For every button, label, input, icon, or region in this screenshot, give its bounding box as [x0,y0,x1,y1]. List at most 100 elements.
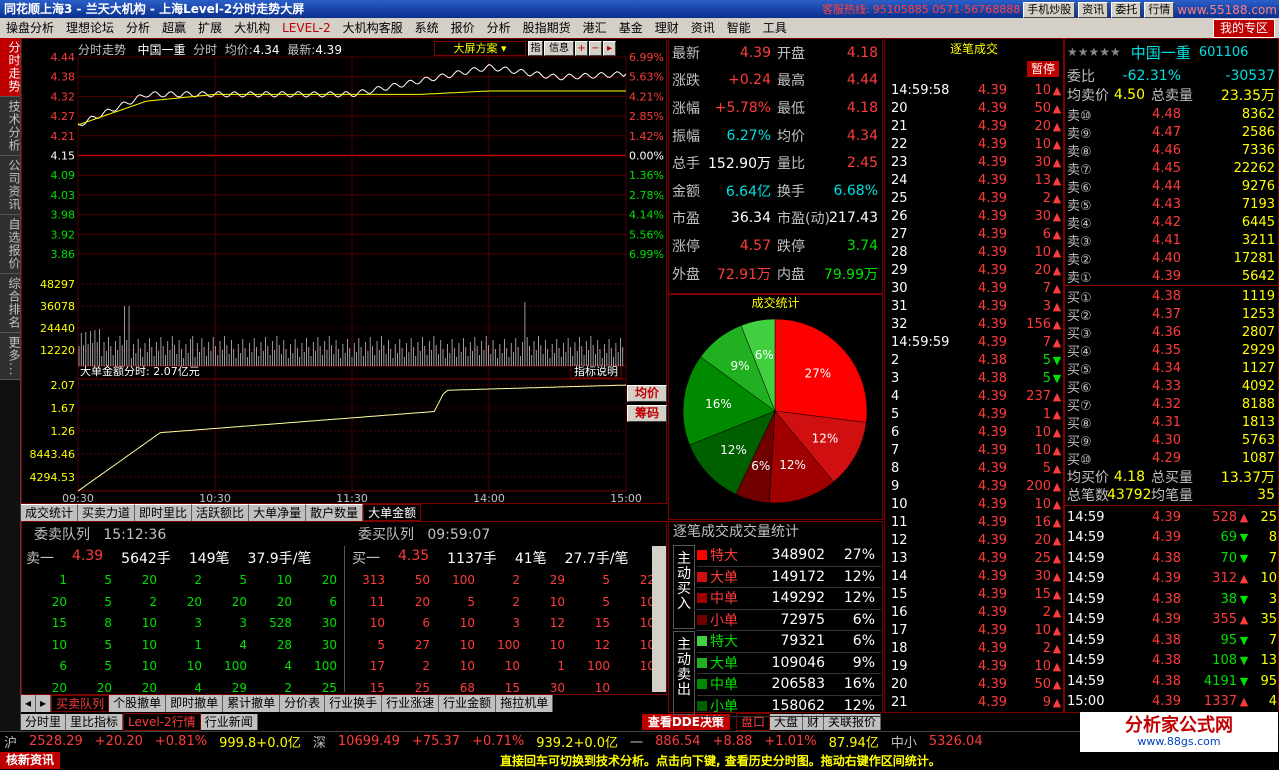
bid-row[interactable]: 买⑤ 4.34 1127 [1065,359,1278,378]
intraday-chart-panel: 4.44 6.99% 4.38 5.63% 4.32 4.21% 4.27 2.85% 4.21… [21,38,667,504]
bid-row[interactable]: 买⑦ 4.32 8188 [1065,395,1278,414]
menu-item[interactable]: 智能 [721,18,757,38]
menu-item[interactable]: 报价 [445,18,481,38]
bottom-tab[interactable]: Level-2行情 [123,713,201,731]
queue-cell: 5 [104,594,112,609]
ask-row[interactable]: 卖⑨ 4.47 2586 [1065,123,1278,142]
pie-slice-label: 12% [779,458,806,472]
indicator-tab[interactable]: 成交统计 [21,504,79,521]
trade-button[interactable]: 委托 [1111,2,1142,18]
maximize-icon[interactable]: ▸ [603,41,616,56]
menu-item[interactable]: 港汇 [577,18,613,38]
ask-row[interactable]: 卖⑦ 4.45 22262 [1065,159,1278,178]
tick-row: 31 4.39 3 ▲ [891,298,1062,314]
bottom-tab[interactable]: 拖拉机单 [496,695,554,712]
ask-row[interactable]: 卖① 4.39 5642 [1065,267,1278,286]
menu-item[interactable]: LEVEL-2 [276,18,337,38]
sidebar-tab[interactable]: 综合排名 [0,274,21,333]
bid-row[interactable]: 买② 4.37 1253 [1065,305,1278,324]
ask-row[interactable]: 卖② 4.40 17281 [1065,249,1278,268]
ask-row[interactable]: 卖⑧ 4.46 7336 [1065,141,1278,160]
indicator-tab[interactable]: 买卖力道 [78,504,136,521]
menu-item[interactable]: 扩展 [192,18,228,38]
menu-item[interactable]: 分析 [481,18,517,38]
ask-row[interactable]: 卖⑩ 4.48 8362 [1065,105,1278,124]
bid-row[interactable]: 买④ 4.35 2929 [1065,341,1278,360]
menu-item[interactable]: 理想论坛 [60,18,120,38]
bottom-tab[interactable]: 行业换手 [325,695,383,712]
indicator-button[interactable]: 指 [528,41,543,56]
bottom-tab[interactable]: 分价表 [280,695,326,712]
menu-item[interactable]: 股指期货 [517,18,577,38]
bottom-tab[interactable]: 里比指标 [66,714,124,730]
ask-row[interactable]: 卖⑥ 4.44 9276 [1065,177,1278,196]
indicator-tab[interactable]: 活跃额比 [192,504,250,521]
menu-item[interactable]: 超赢 [156,18,192,38]
ask-row[interactable]: 卖⑤ 4.43 7193 [1065,195,1278,214]
bottom-tab[interactable]: 行业金额 [439,695,497,712]
indicator-tab[interactable]: 散户数量 [306,504,364,521]
tick-row: 20 4.39 50 ▲ [891,100,1062,116]
minus-icon[interactable]: − [589,41,602,56]
indicator-tab[interactable]: 即时里比 [135,504,193,521]
avg-price-button[interactable]: 均价 [627,385,667,402]
sidebar-tab[interactable]: 更多... [0,333,21,381]
bottom-tab[interactable]: 行业新闻 [200,714,258,730]
sh-index[interactable]: 2528.29 [29,734,83,749]
indicator-tab[interactable]: 大单金额 [363,504,422,521]
my-zone-button[interactable]: 我的专区 [1212,19,1275,38]
menu-item[interactable]: 操盘分析 [0,18,60,38]
menu-item[interactable]: 理财 [649,18,685,38]
sidebar-tab[interactable]: 分时走势 [0,38,21,97]
tab-scroll-left[interactable]: ◂ [21,695,37,712]
info-button[interactable]: 信息 [544,41,574,56]
bottom-tab[interactable]: 买卖队列 [51,695,110,712]
book-stat-row: 均卖价 4.50 总卖量 23.35万 [1067,87,1275,104]
queue-scrollbar[interactable] [652,546,666,692]
news-logo[interactable]: 核新资讯 [0,752,61,769]
ask-row[interactable]: 卖④ 4.42 6445 [1065,213,1278,232]
bottom-tab[interactable]: 行业涨速 [382,695,440,712]
sidebar-tab[interactable]: 技术分析 [0,97,21,156]
bottom-tab[interactable]: 个股撤单 [109,695,167,712]
bottom-tab[interactable]: 累计撤单 [223,695,281,712]
menu-item[interactable]: 分析 [120,18,156,38]
scheme-dropdown[interactable]: 大屏方案 ▾ [434,41,526,56]
queue-cell: 5 [602,573,610,587]
bid-row[interactable]: 买① 4.38 1119 [1065,287,1278,306]
menu-item[interactable]: 大机构客服 [337,18,409,38]
bid-row[interactable]: 买⑩ 4.29 1087 [1065,449,1278,468]
sidebar-tab[interactable]: 公司资讯 [0,156,21,215]
arrow-up-icon: ▲ [1052,245,1062,259]
ask-row[interactable]: 卖③ 4.41 3211 [1065,231,1278,250]
bottom-tab[interactable]: 即时撤单 [166,695,224,712]
intraday-chart[interactable]: 4.44 6.99% 4.38 5.63% 4.32 4.21% 4.27 2.85% 4.21… [22,39,666,503]
phone-trade-button[interactable]: 手机炒股 [1023,2,1076,18]
plus-icon[interactable]: + [575,41,588,56]
tab-scroll-right[interactable]: ▸ [36,695,52,712]
sidebar-tab[interactable]: 自选报价 [0,215,21,274]
menu-item[interactable]: 资讯 [685,18,721,38]
tick-row: 29 4.39 20 ▲ [891,262,1062,278]
sz-index[interactable]: 10699.49 [338,734,400,749]
recent-trade-row: 14:59 4.38 38 ▼ 3 [1067,591,1277,607]
menu-item[interactable]: 基金 [613,18,649,38]
menu-item[interactable]: 工具 [757,18,793,38]
sme-index[interactable]: 886.54 [655,734,701,749]
vol-tick-label: 12220 [40,344,75,357]
bid-row[interactable]: 买⑨ 4.30 5763 [1065,431,1278,450]
buy-queue-summary: 买一 4.35 1137手 41笔 27.7手/笔 [352,548,629,567]
menu-item[interactable]: 系统 [409,18,445,38]
chip-button[interactable]: 筹码 [627,405,667,422]
bid-row[interactable]: 买⑥ 4.33 4092 [1065,377,1278,396]
menu-item[interactable]: 大机构 [228,18,276,38]
bottom-tab[interactable]: 分时里 [21,714,67,730]
queue-cell: 10 [639,594,655,609]
queue-cell: 100 [497,637,520,652]
indicator-tab[interactable]: 大单净量 [249,504,307,521]
bid-row[interactable]: 买③ 4.36 2807 [1065,323,1278,342]
quote-button[interactable]: 行情 [1144,2,1175,18]
pause-button[interactable]: 暂停 [1026,61,1059,77]
bid-row[interactable]: 买⑧ 4.31 1813 [1065,413,1278,432]
news-button[interactable]: 资讯 [1078,2,1109,18]
